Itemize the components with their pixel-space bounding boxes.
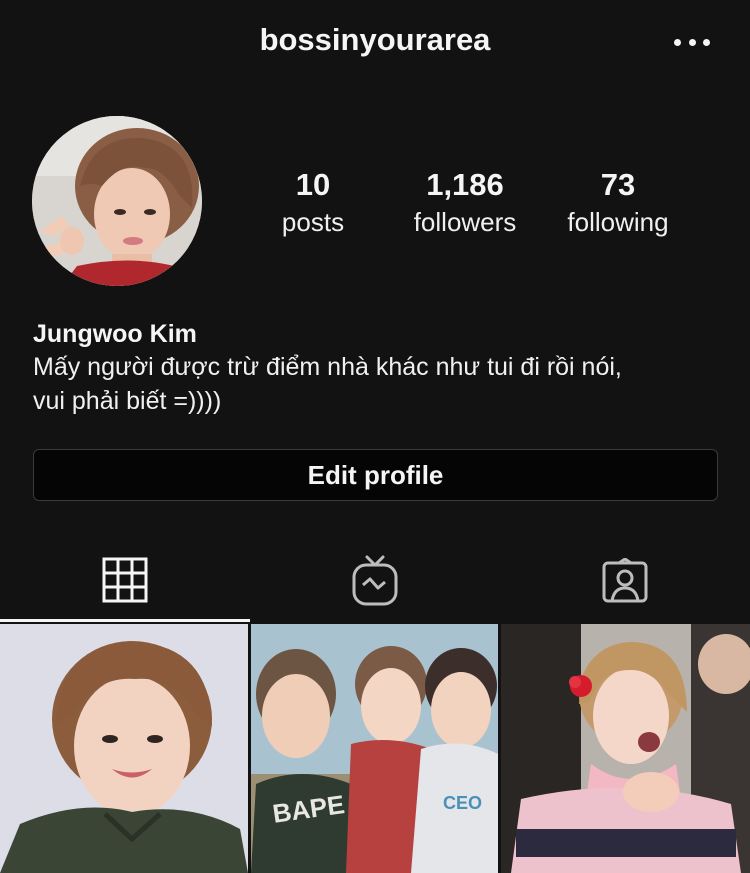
avatar[interactable]: [32, 116, 202, 286]
bio-line: Mấy người được trừ điểm nhà khác như tui…: [33, 353, 622, 381]
profile-username[interactable]: bossinyourarea: [0, 22, 750, 58]
stat-following[interactable]: 73 following: [538, 166, 698, 240]
bio-line: vui phải biết =)))): [33, 387, 222, 415]
profile-bio: Jungwoo Kim Mấy người được trừ điểm nhà …: [33, 318, 723, 418]
tagged-icon: [602, 558, 648, 603]
grid-post[interactable]: [501, 624, 750, 873]
grid-icon: [102, 557, 148, 602]
stat-value: 73: [600, 167, 636, 202]
more-dot: [674, 38, 681, 46]
stat-value: 1,186: [426, 167, 504, 202]
post-image: BAPE CEO: [251, 624, 498, 873]
igtv-icon: [352, 555, 398, 606]
more-dot: [688, 38, 696, 46]
stat-followers[interactable]: 1,186 followers: [385, 166, 545, 240]
svg-text:CEO: CEO: [443, 793, 482, 813]
stat-posts[interactable]: 10 posts: [233, 166, 393, 240]
photo-grid: BAPE CEO: [0, 624, 750, 873]
grid-post[interactable]: BAPE CEO: [251, 624, 498, 873]
grid-post[interactable]: [0, 624, 248, 873]
top-bar: bossinyourarea: [0, 0, 750, 88]
more-options-button[interactable]: [674, 36, 710, 48]
tab-igtv[interactable]: [250, 540, 500, 622]
stat-label: following: [567, 207, 669, 237]
post-image: [501, 624, 750, 873]
tab-grid[interactable]: [0, 540, 250, 622]
stat-label: followers: [413, 207, 517, 237]
profile-tabs: [0, 540, 750, 622]
more-dot: [703, 38, 710, 46]
stat-label: posts: [281, 207, 345, 237]
avatar-image: [32, 116, 202, 286]
tab-tagged[interactable]: [500, 540, 750, 622]
edit-profile-button[interactable]: Edit profile: [33, 449, 718, 501]
post-image: [0, 624, 248, 873]
profile-name: Jungwoo Kim: [33, 320, 197, 348]
stat-value: 10: [295, 167, 331, 202]
